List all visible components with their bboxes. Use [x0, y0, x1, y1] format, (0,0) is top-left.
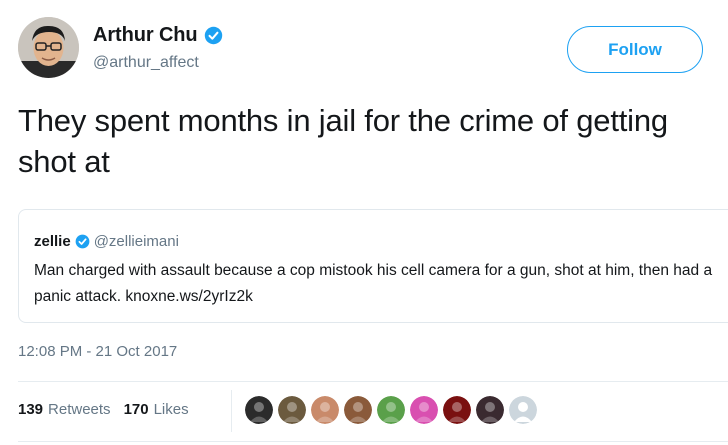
- quoted-author-handle: @zellieimani: [93, 233, 179, 250]
- liker-avatar-7-icon[interactable]: [443, 396, 471, 424]
- stats-separator: [231, 390, 232, 432]
- follow-button[interactable]: Follow: [567, 26, 703, 73]
- verified-badge-icon: [75, 234, 90, 249]
- liker-avatar-2-icon[interactable]: [278, 396, 306, 424]
- tweet-stats: 139 Retweets 170 Likes: [18, 401, 202, 418]
- liker-avatar-default-icon[interactable]: [509, 396, 537, 424]
- retweets-count: 139: [18, 401, 44, 418]
- verified-badge-icon: [204, 26, 222, 45]
- author-avatar[interactable]: [18, 17, 79, 78]
- liker-avatars: [245, 396, 537, 424]
- tweet-card: Arthur Chu @arthur_affect Follow They sp…: [0, 0, 728, 445]
- liker-avatar-4-icon[interactable]: [344, 396, 372, 424]
- liker-avatar-6-icon[interactable]: [410, 396, 438, 424]
- liker-avatar-1-icon[interactable]: [245, 396, 273, 424]
- author-name-row[interactable]: Arthur Chu: [93, 24, 223, 47]
- liker-avatar-8-icon[interactable]: [476, 396, 504, 424]
- tweet-timestamp[interactable]: 12:08 PM - 21 Oct 2017: [18, 343, 177, 360]
- author-handle[interactable]: @arthur_affect: [93, 54, 199, 72]
- tweet-text: They spent months in jail for the crime …: [18, 103, 668, 179]
- likes-count: 170: [123, 401, 149, 418]
- quoted-tweet[interactable]: zellie @zellieimani Man charged with ass…: [18, 209, 728, 323]
- liker-avatar-3-icon[interactable]: [311, 396, 339, 424]
- user-avatar-photo-icon: [18, 17, 79, 78]
- quoted-tweet-header: zellie @zellieimani: [34, 233, 179, 250]
- likes-label: Likes: [153, 401, 189, 418]
- retweets-label: Retweets: [48, 401, 111, 418]
- divider: [18, 441, 728, 442]
- author-display-name[interactable]: Arthur Chu: [93, 24, 198, 47]
- retweets-stat[interactable]: 139 Retweets: [18, 401, 111, 418]
- divider: [18, 381, 728, 382]
- quoted-tweet-text: Man charged with assault because a cop m…: [34, 262, 713, 305]
- likes-stat[interactable]: 170 Likes: [124, 401, 189, 418]
- liker-avatar-5-icon[interactable]: [377, 396, 405, 424]
- quoted-author-name: zellie: [34, 233, 71, 250]
